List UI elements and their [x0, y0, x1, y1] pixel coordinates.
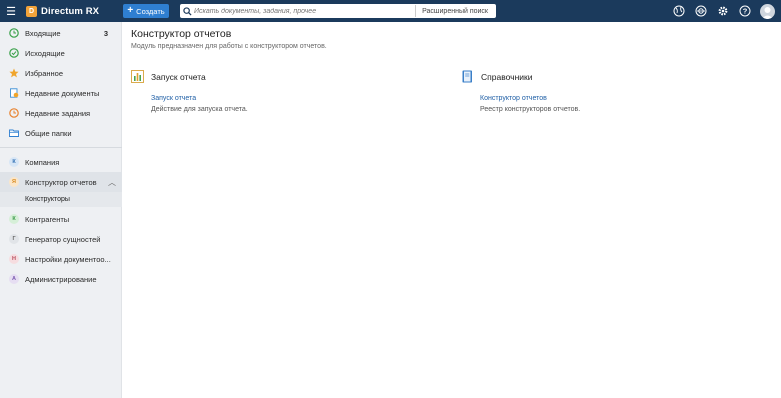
search-icon[interactable] [180, 4, 194, 18]
sidebar-item-label: Входящие [25, 28, 61, 38]
inbox-count-badge: 3 [103, 28, 108, 38]
book-icon [461, 70, 474, 83]
star-icon [9, 68, 19, 78]
module-letter-icon: Г [9, 234, 19, 244]
sidebar-item-label: Администрирование [25, 274, 97, 284]
sidebar-item-label: Настройки документоо... [25, 254, 111, 264]
section-report-launch: Запуск отчета [131, 70, 206, 83]
page-subtitle: Модуль предназначен для работы с констру… [131, 43, 327, 50]
logo-mark-icon: D [26, 5, 37, 17]
sidebar-item-outgoing[interactable]: Исходящие [0, 43, 122, 63]
sidebar-item-label: Генератор сущностей [25, 234, 101, 244]
outbox-check-icon [9, 48, 19, 58]
sidebar-item-label: Избранное [25, 68, 64, 78]
app-logo[interactable]: D Directum RX [26, 5, 100, 17]
module-letter: Г [9, 234, 19, 244]
search-box: Расширенный поиск [180, 4, 496, 18]
sidebar-item-label: Контрагенты [25, 214, 70, 224]
menu-icon[interactable]: ☰ [0, 0, 22, 22]
section-title: Справочники [481, 71, 533, 82]
sidebar-item-label: Недавние документы [25, 88, 100, 98]
module-letter-icon: Н [9, 254, 19, 264]
module-letter-icon: А [9, 274, 19, 284]
section-header: Запуск отчета [131, 70, 206, 83]
module-letter: Н [9, 254, 19, 264]
sidebar-subitem-designers[interactable]: Конструкторы [0, 192, 122, 207]
sidebar-item-shared-folders[interactable]: Общие папки [0, 123, 122, 143]
plus-icon: + [127, 5, 134, 16]
support-icon[interactable] [690, 0, 712, 22]
report-launch-description: Действие для запуска отчета. [151, 106, 248, 113]
create-label: Создать [136, 6, 165, 16]
sidebar-item-label: Недавние задания [25, 108, 91, 118]
report-designer-description: Реестр конструкторов отчетов. [480, 106, 581, 113]
sidebar-divider [0, 147, 122, 148]
sidebar-item-administration[interactable]: А Администрирование [0, 269, 122, 289]
module-letter-icon: К [9, 214, 19, 224]
sidebar-item-report-designer[interactable]: Я Конструктор отчетов ︿ [0, 172, 122, 192]
module-letter-icon: К [9, 157, 19, 167]
app-name: Directum RX [41, 5, 100, 17]
avatar[interactable] [760, 3, 775, 19]
sidebar-item-entity-generator[interactable]: Г Генератор сущностей [0, 229, 122, 249]
section-directories: Справочники [461, 70, 533, 83]
svg-text:?: ? [743, 7, 748, 16]
report-launch-link[interactable]: Запуск отчета [151, 95, 196, 102]
sidebar: Входящие 3 Исходящие Избранное Недавние … [0, 22, 122, 398]
section-header: Справочники [461, 70, 533, 83]
settings-icon[interactable] [712, 0, 734, 22]
page-title: Конструктор отчетов [131, 28, 232, 40]
sidebar-item-document-settings[interactable]: Н Настройки документоо... [0, 249, 122, 269]
recent-tasks-icon [9, 108, 19, 118]
inbox-clock-icon [9, 28, 19, 38]
module-letter: А [9, 274, 19, 284]
advanced-search-button[interactable]: Расширенный поиск [415, 5, 494, 17]
create-button[interactable]: + Создать [123, 4, 169, 18]
sidebar-item-label: Компания [25, 157, 60, 167]
sidebar-item-label: Конструктор отчетов [25, 177, 97, 187]
chevron-up-icon[interactable]: ︿ [108, 177, 116, 188]
main-content: Конструктор отчетов Модуль предназначен … [122, 22, 781, 398]
shared-folders-icon [9, 128, 19, 138]
top-icons: ? [668, 0, 781, 22]
sidebar-item-label: Исходящие [25, 48, 65, 58]
module-letter-icon: Я [9, 177, 19, 187]
sidebar-item-favorites[interactable]: Избранное [0, 63, 122, 83]
module-letter: Я [9, 177, 19, 187]
top-bar: ☰ D Directum RX + Создать Расширенный по… [0, 0, 781, 22]
search-input[interactable] [194, 5, 414, 17]
module-letter: К [9, 214, 19, 224]
sidebar-item-label: Общие папки [25, 128, 72, 138]
help-icon[interactable]: ? [734, 0, 756, 22]
sidebar-item-recent-tasks[interactable]: Недавние задания [0, 103, 122, 123]
recent-documents-icon [9, 88, 19, 98]
sidebar-item-recent-documents[interactable]: Недавние документы [0, 83, 122, 103]
sidebar-item-counterparties[interactable]: К Контрагенты [0, 209, 122, 229]
section-title: Запуск отчета [151, 71, 206, 82]
report-chart-icon [131, 70, 144, 83]
sidebar-item-inbox[interactable]: Входящие 3 [0, 23, 122, 43]
globe-icon[interactable] [668, 0, 690, 22]
report-designer-link[interactable]: Конструктор отчетов [480, 95, 547, 102]
sidebar-item-company[interactable]: К Компания [0, 152, 122, 172]
module-letter: К [9, 157, 19, 167]
